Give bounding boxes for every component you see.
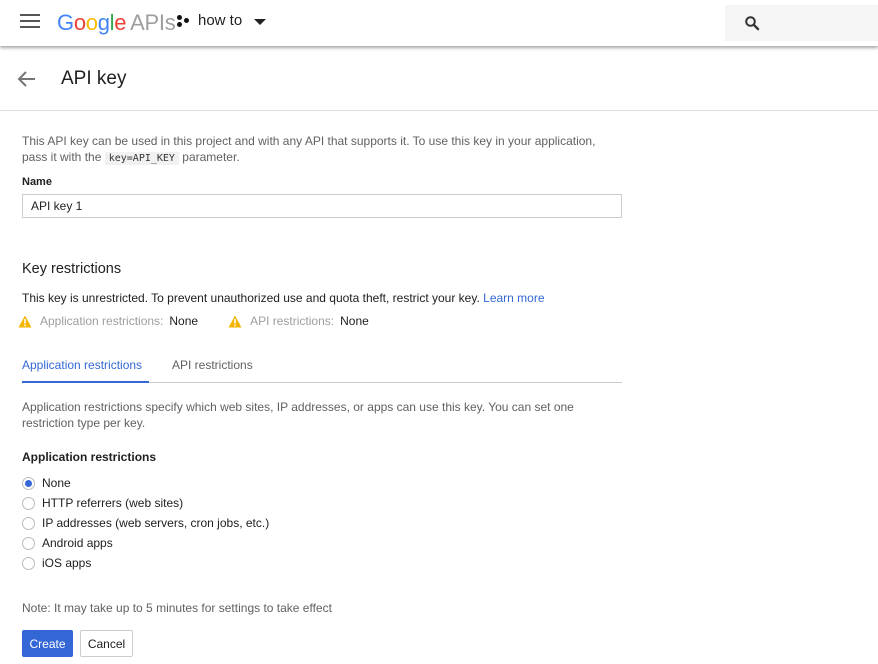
caret-down-icon [254,18,267,25]
page-header: API key [0,48,878,111]
key-param-code: key=API_KEY [104,152,179,165]
warning-icon [228,315,242,327]
warning-icon [18,315,32,327]
radio-option-ip-addresses[interactable]: IP addresses (web servers, cron jobs, et… [22,513,269,533]
radio-option-ios-apps[interactable]: iOS apps [22,553,269,573]
page-title: API key [61,68,127,89]
create-button[interactable]: Create [22,630,73,657]
learn-more-link[interactable]: Learn more [483,291,544,305]
arrow-back-icon[interactable] [16,68,38,90]
application-restrictions-label: Application restrictions [22,450,157,464]
api-key-description: This API key can be used in this project… [22,134,596,165]
top-app-bar: Google APIs how to [0,0,878,46]
unrestricted-warning-text: This key is unrestricted. To prevent una… [22,291,545,305]
api-restrictions-status-label: API restrictions: [250,314,335,328]
project-dots-icon [177,14,191,28]
restriction-tabs: Application restrictions API restriction… [22,351,622,383]
radio-button[interactable] [22,496,35,510]
radio-button[interactable] [22,536,35,550]
radio-button[interactable] [22,516,35,530]
api-restrictions-status-value: None [340,314,369,328]
tab-api-restrictions[interactable]: API restrictions [172,358,253,372]
hamburger-menu-icon[interactable] [20,14,40,30]
search-input[interactable] [725,5,878,41]
google-apis-logo[interactable]: Google APIs [57,10,176,36]
application-restrictions-radio-group: None HTTP referrers (web sites) IP addre… [22,473,269,573]
radio-button[interactable] [22,476,35,490]
name-input[interactable] [22,194,622,218]
search-icon [745,16,760,31]
radio-button[interactable] [22,556,35,570]
active-tab-indicator [22,381,149,383]
project-selector[interactable]: how to [177,12,267,29]
radio-option-android-apps[interactable]: Android apps [22,533,269,553]
tab-application-restrictions[interactable]: Application restrictions [22,358,142,372]
key-restrictions-heading: Key restrictions [22,261,122,277]
application-restrictions-description: Application restrictions specify which w… [22,400,574,430]
app-restrictions-status-value: None [169,314,199,328]
app-restrictions-status-label: Application restrictions: [40,314,164,328]
name-label: Name [22,176,52,188]
project-name: how to [198,12,243,29]
restriction-status-row: Application restrictions: None API restr… [18,314,369,328]
settings-delay-note: Note: It may take up to 5 minutes for se… [22,601,332,615]
cancel-button[interactable]: Cancel [80,630,133,657]
radio-option-http-referrers[interactable]: HTTP referrers (web sites) [22,493,269,513]
radio-option-none[interactable]: None [22,473,269,493]
